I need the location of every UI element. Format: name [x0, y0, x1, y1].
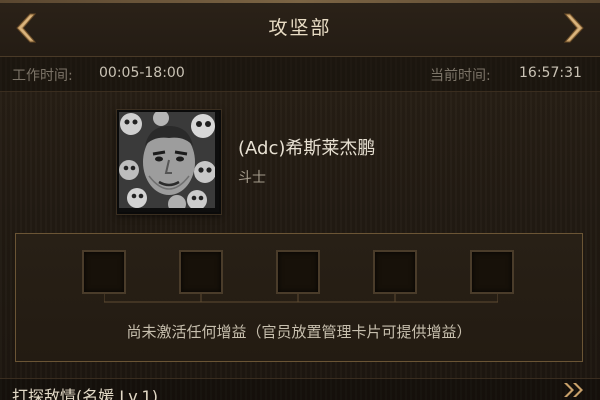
officer-name: (Adc)希斯莱杰鹏 [238, 138, 376, 159]
officer-role: 斗士 [238, 170, 266, 186]
work-hours-label: 工作时间: [12, 68, 73, 84]
portrait-image [119, 112, 215, 208]
buff-slot-1[interactable] [82, 250, 126, 294]
time-bar: 工作时间: 00:05-18:00 当前时间: 16:57:31 [0, 57, 600, 92]
buff-slot-5[interactable] [470, 250, 514, 294]
header-top-border [0, 0, 600, 3]
header-bar: 攻坚部 [0, 0, 600, 57]
buff-status-message: 尚未激活任何增益（官员放置管理卡片可提供增益） [126, 323, 472, 341]
page-title: 攻坚部 [268, 17, 332, 39]
officer-portrait[interactable] [117, 110, 221, 214]
double-chevron-right-icon[interactable] [562, 382, 586, 398]
slot-connector-lines [104, 294, 498, 303]
investigate-row[interactable]: 打探敌情(名媛 Lv.1) [0, 378, 600, 400]
investigate-label: 打探敌情(名媛 Lv.1) [12, 387, 158, 400]
buff-slot-4[interactable] [373, 250, 417, 294]
buff-slot-2[interactable] [179, 250, 223, 294]
office-screen: 攻坚部 工作时间: 00:05-18:00 当前时间: 16:57:31 (Ad… [0, 0, 600, 400]
buff-panel: 尚未激活任何增益（官员放置管理卡片可提供增益） [15, 233, 583, 362]
work-hours-value: 00:05-18:00 [99, 65, 185, 81]
buff-slot-3[interactable] [276, 250, 320, 294]
right-arrow-icon[interactable] [556, 10, 592, 46]
current-time-label: 当前时间: [430, 68, 491, 84]
current-time-value: 16:57:31 [519, 65, 582, 81]
